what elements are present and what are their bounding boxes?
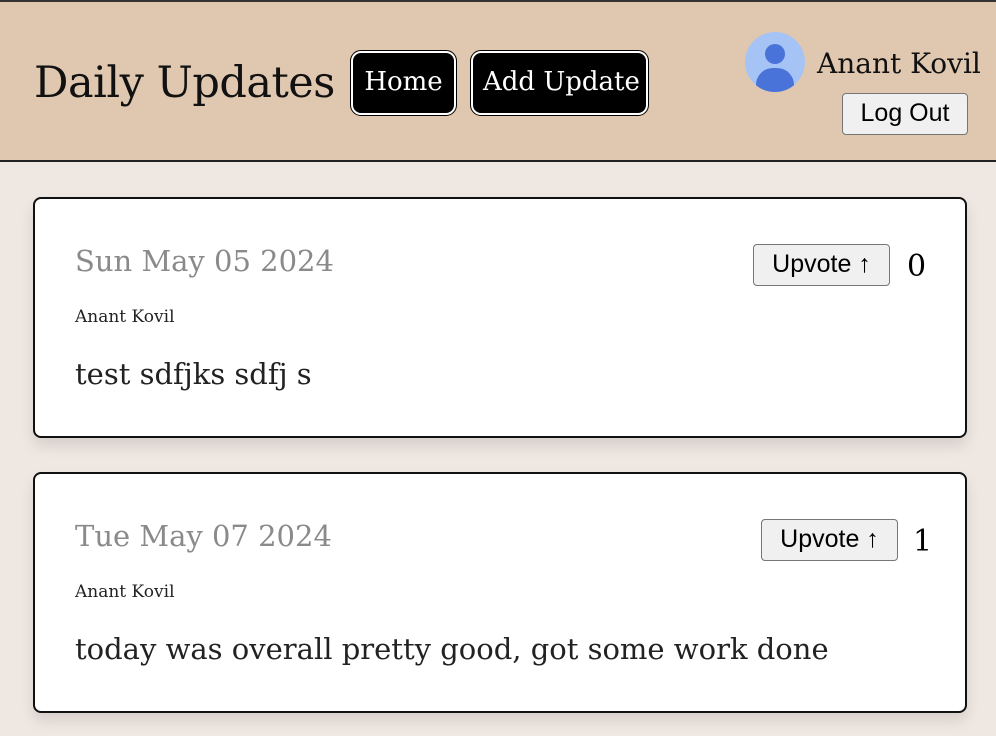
- app-title: Daily Updates: [34, 58, 335, 108]
- update-text: today was overall pretty good, got some …: [75, 632, 829, 666]
- add-update-button[interactable]: Add Update: [470, 50, 649, 116]
- upvote-button[interactable]: Upvote ↑: [761, 519, 898, 561]
- home-button[interactable]: Home: [350, 50, 457, 116]
- upvote-button[interactable]: Upvote ↑: [753, 244, 890, 286]
- app-header: Daily Updates Home Add Update Anant Kovi…: [0, 0, 996, 162]
- vote-count: 0: [907, 249, 927, 284]
- vote-count: 1: [913, 524, 933, 559]
- update-author: Anant Kovil: [75, 307, 175, 327]
- avatar-head-shape: [765, 44, 785, 64]
- update-author: Anant Kovil: [75, 582, 175, 602]
- update-date: Sun May 05 2024: [75, 244, 334, 278]
- update-card: Sun May 05 2024 Anant Kovil test sdfjks …: [33, 197, 967, 438]
- user-avatar-icon: [745, 32, 805, 92]
- update-card: Tue May 07 2024 Anant Kovil today was ov…: [33, 472, 967, 713]
- logout-button[interactable]: Log Out: [842, 93, 968, 135]
- update-text: test sdfjks sdfj s: [75, 357, 312, 391]
- user-name: Anant Kovil: [817, 47, 981, 80]
- avatar-body-shape: [756, 68, 794, 92]
- update-date: Tue May 07 2024: [75, 519, 332, 553]
